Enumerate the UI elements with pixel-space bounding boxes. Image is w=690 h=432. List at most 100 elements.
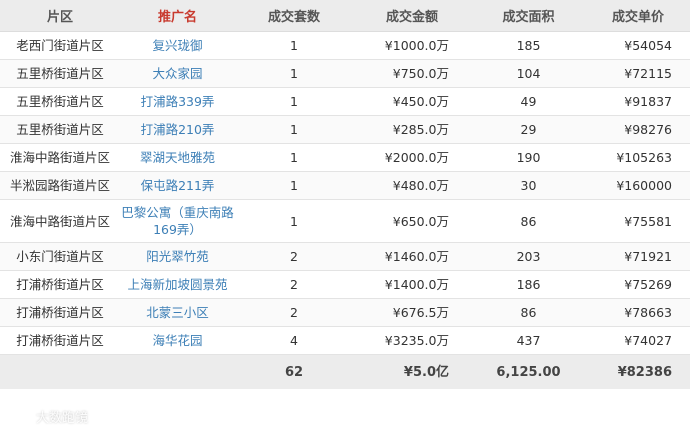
header-units[interactable]: 成交套数	[235, 0, 353, 32]
table-row: 打浦桥街道片区 上海新加坡圆景苑 2 ¥1400.0万 186 ¥75269	[0, 270, 690, 299]
area-cell: 五里桥街道片区	[0, 115, 120, 144]
table-header: 片区 推广名 成交套数 成交金额 成交面积 成交单价	[0, 0, 690, 32]
area-cell: 淮海中路街道片区	[0, 143, 120, 172]
table-footer: 62 ¥5.0亿 6,125.00 ¥82386	[0, 354, 690, 389]
promo-name-cell: 北蒙三小区	[120, 298, 235, 327]
unit-price-cell: ¥78663	[586, 298, 690, 327]
size-cell: 203	[471, 242, 586, 271]
promo-name-link[interactable]: 海华花园	[152, 333, 202, 348]
watermark-text: 大数跑镜	[36, 411, 89, 426]
size-cell: 437	[471, 326, 586, 355]
promo-name-cell: 海华花园	[120, 326, 235, 355]
area-cell: 淮海中路街道片区	[0, 199, 120, 243]
promo-name-link[interactable]: 保屯路211弄	[141, 178, 215, 193]
table-row: 打浦桥街道片区 海华花园 4 ¥3235.0万 437 ¥74027	[0, 326, 690, 355]
promo-name-cell: 复兴珑御	[120, 31, 235, 60]
unit-price-cell: ¥75269	[586, 270, 690, 299]
table-body: 老西门街道片区 复兴珑御 1 ¥1000.0万 185 ¥54054 五里桥街道片区 大众家园…	[0, 31, 690, 355]
table-row: 五里桥街道片区 打浦路210弄 1 ¥285.0万 29 ¥98276	[0, 115, 690, 144]
amount-cell: ¥750.0万	[353, 59, 471, 88]
amount-cell: ¥2000.0万	[353, 143, 471, 172]
unit-price-cell: ¥91837	[586, 87, 690, 116]
units-cell: 1	[235, 143, 353, 172]
promo-name-link[interactable]: 复兴珑御	[152, 38, 202, 53]
table-row: 淮海中路街道片区 巴黎公寓（重庆南路169弄） 1 ¥650.0万 86 ¥75581	[0, 199, 690, 243]
promo-name-cell: 上海新加坡圆景苑	[120, 270, 235, 299]
header-area[interactable]: 片区	[0, 0, 120, 32]
header-promo-name[interactable]: 推广名	[120, 0, 235, 32]
table-row: 小东门街道片区 阳光翠竹苑 2 ¥1460.0万 203 ¥71921	[0, 242, 690, 271]
unit-price-cell: ¥98276	[586, 115, 690, 144]
area-cell: 小东门街道片区	[0, 242, 120, 271]
unit-price-cell: ¥72115	[586, 59, 690, 88]
units-cell: 1	[235, 171, 353, 200]
size-cell: 30	[471, 171, 586, 200]
unit-price-cell: ¥71921	[586, 242, 690, 271]
amount-cell: ¥450.0万	[353, 87, 471, 116]
units-cell: 1	[235, 59, 353, 88]
totals-name-cell	[120, 354, 235, 389]
unit-price-cell: ¥105263	[586, 143, 690, 172]
size-cell: 190	[471, 143, 586, 172]
size-cell: 104	[471, 59, 586, 88]
units-cell: 1	[235, 31, 353, 60]
promo-name-cell: 大众家园	[120, 59, 235, 88]
unit-price-cell: ¥74027	[586, 326, 690, 355]
promo-name-link[interactable]: 上海新加坡圆景苑	[127, 277, 227, 292]
area-cell: 半淞园路街道片区	[0, 171, 120, 200]
units-cell: 1	[235, 199, 353, 243]
size-cell: 185	[471, 31, 586, 60]
table-row: 淮海中路街道片区 翠湖天地雅苑 1 ¥2000.0万 190 ¥105263	[0, 143, 690, 172]
area-cell: 老西门街道片区	[0, 31, 120, 60]
amount-cell: ¥1460.0万	[353, 242, 471, 271]
logo-icon	[8, 412, 30, 422]
amount-cell: ¥676.5万	[353, 298, 471, 327]
promo-name-link[interactable]: 北蒙三小区	[146, 305, 209, 320]
table-row: 五里桥街道片区 大众家园 1 ¥750.0万 104 ¥72115	[0, 59, 690, 88]
area-cell: 五里桥街道片区	[0, 87, 120, 116]
header-unit-price[interactable]: 成交单价	[586, 0, 690, 32]
amount-cell: ¥285.0万	[353, 115, 471, 144]
promo-name-cell: 打浦路339弄	[120, 87, 235, 116]
promo-name-link[interactable]: 巴黎公寓（重庆南路169弄）	[121, 205, 234, 237]
total-units: 62	[235, 354, 353, 389]
units-cell: 2	[235, 298, 353, 327]
units-cell: 4	[235, 326, 353, 355]
promo-name-cell: 翠湖天地雅苑	[120, 143, 235, 172]
promo-name-link[interactable]: 阳光翠竹苑	[146, 249, 209, 264]
units-cell: 1	[235, 115, 353, 144]
table-row: 半淞园路街道片区 保屯路211弄 1 ¥480.0万 30 ¥160000	[0, 171, 690, 200]
size-cell: 29	[471, 115, 586, 144]
totals-area-cell	[0, 354, 120, 389]
promo-name-link[interactable]: 打浦路339弄	[141, 94, 215, 109]
unit-price-cell: ¥160000	[586, 171, 690, 200]
unit-price-cell: ¥54054	[586, 31, 690, 60]
totals-row: 62 ¥5.0亿 6,125.00 ¥82386	[0, 354, 690, 389]
promo-name-cell: 巴黎公寓（重庆南路169弄）	[120, 199, 235, 243]
table-row: 老西门街道片区 复兴珑御 1 ¥1000.0万 185 ¥54054	[0, 31, 690, 60]
units-cell: 2	[235, 270, 353, 299]
size-cell: 86	[471, 298, 586, 327]
total-size: 6,125.00	[471, 354, 586, 389]
total-amount: ¥5.0亿	[353, 354, 471, 389]
total-unit-price: ¥82386	[586, 354, 690, 389]
promo-name-cell: 阳光翠竹苑	[120, 242, 235, 271]
watermark: 大数跑镜	[6, 407, 88, 426]
area-cell: 五里桥街道片区	[0, 59, 120, 88]
table-row: 五里桥街道片区 打浦路339弄 1 ¥450.0万 49 ¥91837	[0, 87, 690, 116]
promo-name-link[interactable]: 打浦路210弄	[141, 122, 215, 137]
promo-name-link[interactable]: 大众家园	[152, 66, 202, 81]
area-cell: 打浦桥街道片区	[0, 326, 120, 355]
amount-cell: ¥1000.0万	[353, 31, 471, 60]
size-cell: 86	[471, 199, 586, 243]
size-cell: 186	[471, 270, 586, 299]
promo-name-cell: 打浦路210弄	[120, 115, 235, 144]
header-amount[interactable]: 成交金额	[353, 0, 471, 32]
transactions-table: 片区 推广名 成交套数 成交金额 成交面积 成交单价 老西门街道片区 复兴珑御 1 ¥…	[0, 0, 690, 389]
promo-name-link[interactable]: 翠湖天地雅苑	[140, 150, 215, 165]
amount-cell: ¥1400.0万	[353, 270, 471, 299]
area-cell: 打浦桥街道片区	[0, 298, 120, 327]
unit-price-cell: ¥75581	[586, 199, 690, 243]
size-cell: 49	[471, 87, 586, 116]
header-size[interactable]: 成交面积	[471, 0, 586, 32]
